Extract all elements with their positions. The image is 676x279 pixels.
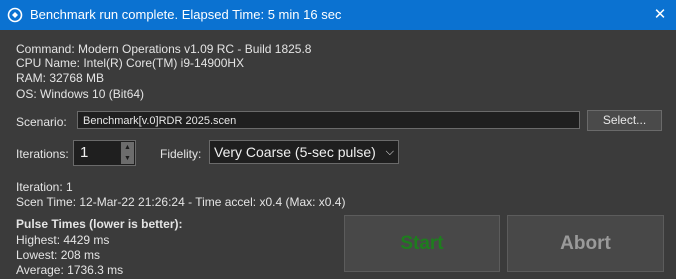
command-info: Command: Modern Operations v1.09 RC - Bu… — [16, 42, 312, 56]
title-bar: Benchmark run complete. Elapsed Time: 5 … — [0, 0, 676, 30]
scenario-field[interactable]: Benchmark[v.0]RDR 2025.scen — [77, 111, 580, 129]
fidelity-value: Very Coarse (5-sec pulse) — [214, 144, 376, 160]
close-icon[interactable]: ✕ — [648, 4, 672, 26]
select-button[interactable]: Select... — [587, 110, 662, 131]
iterations-stepper[interactable]: 1 ▲ ▼ — [73, 140, 136, 166]
stepper-down-icon[interactable]: ▼ — [121, 153, 134, 164]
iterations-value[interactable]: 1 — [80, 144, 88, 161]
cpu-info: CPU Name: Intel(R) Core(TM) i9-14900HX — [16, 56, 245, 70]
pulse-highest: Highest: 4429 ms — [16, 233, 110, 247]
app-icon — [7, 7, 23, 23]
scenario-label: Scenario: — [16, 115, 67, 129]
chevron-down-icon: ⌵ — [385, 146, 394, 158]
os-info: OS: Windows 10 (Bit64) — [16, 87, 145, 101]
start-button[interactable]: Start — [344, 215, 500, 272]
pulse-average: Average: 1736.3 ms — [16, 263, 124, 277]
iterations-label: Iterations: — [16, 147, 69, 161]
pulse-lowest: Lowest: 208 ms — [16, 248, 101, 262]
fidelity-label: Fidelity: — [160, 147, 202, 161]
ram-info: RAM: 32768 MB — [16, 71, 105, 85]
fidelity-dropdown[interactable]: Very Coarse (5-sec pulse) ⌵ — [209, 140, 399, 164]
stepper-up-icon[interactable]: ▲ — [121, 142, 134, 153]
iteration-status: Iteration: 1 — [16, 180, 73, 194]
pulse-times-heading: Pulse Times (lower is better): — [16, 217, 183, 231]
scen-time-status: Scen Time: 12-Mar-22 21:26:24 - Time acc… — [16, 195, 346, 209]
window-title: Benchmark run complete. Elapsed Time: 5 … — [30, 7, 342, 22]
abort-button[interactable]: Abort — [507, 215, 664, 272]
